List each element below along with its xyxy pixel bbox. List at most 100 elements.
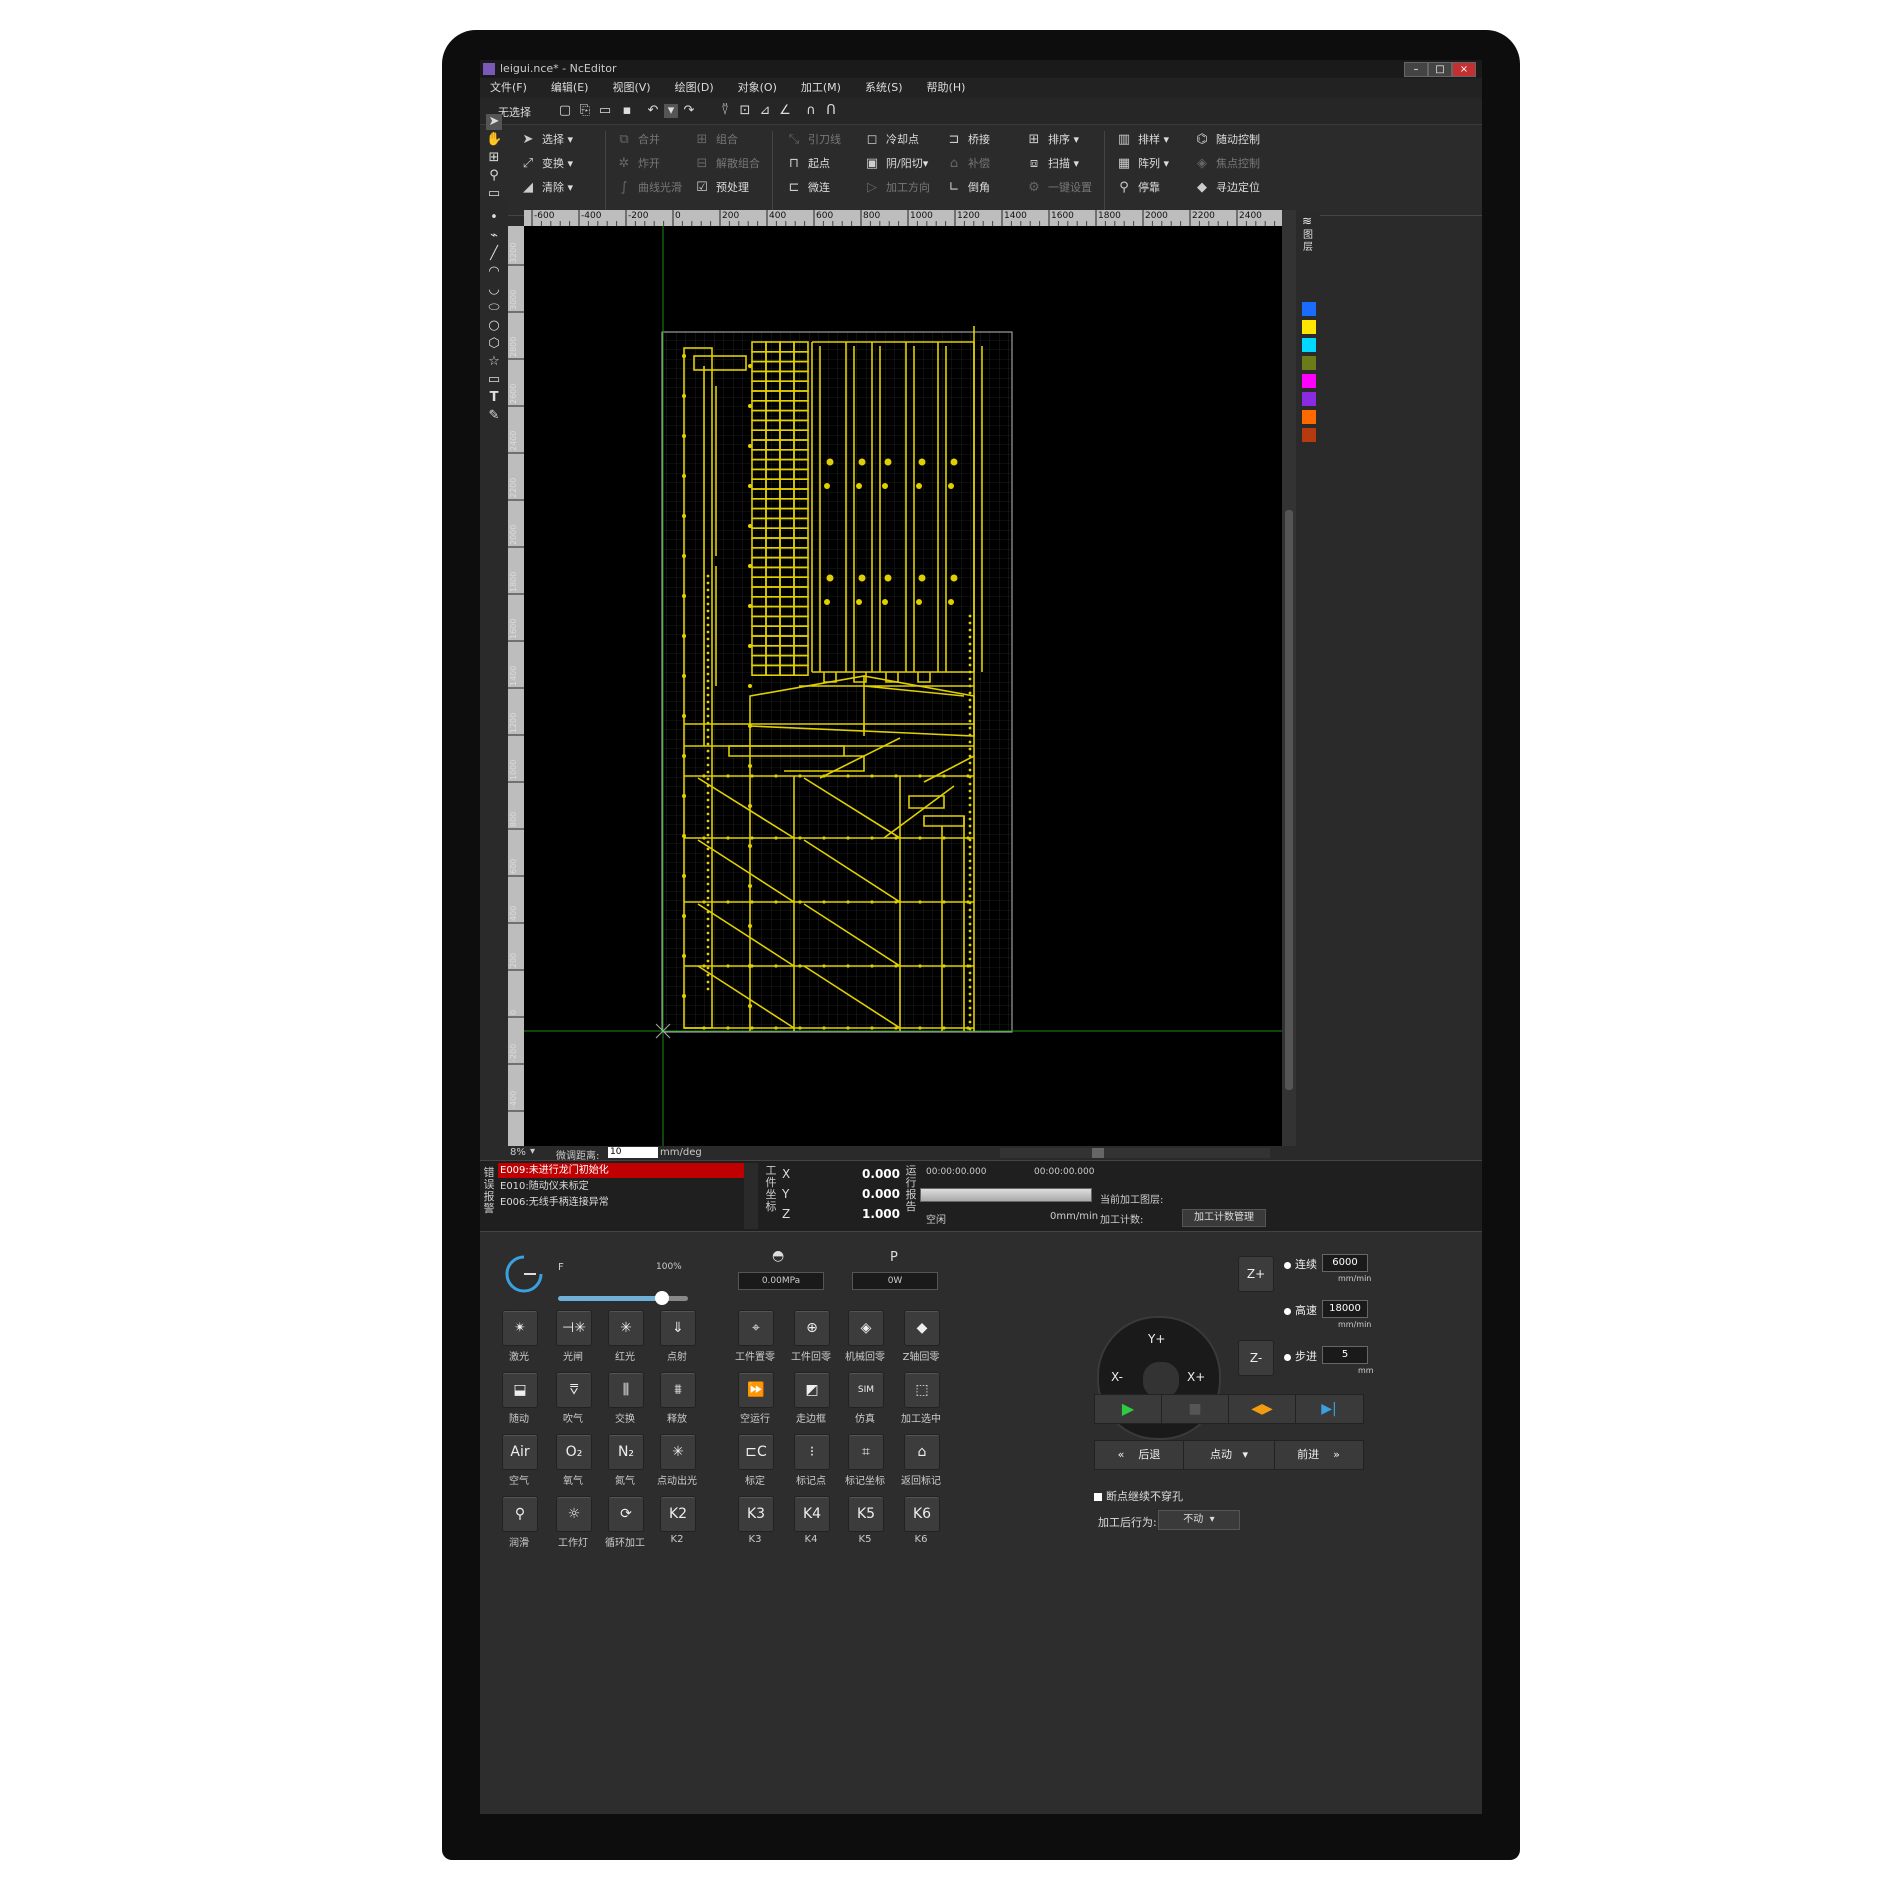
transform-tool[interactable]: ⤢ 变换 ▾ [520,153,573,175]
ruler-icon[interactable]: ▭ [486,186,502,202]
follow-control-tool[interactable]: ⌬ 随动控制 [1194,129,1260,151]
arc3-icon[interactable]: ◡ [486,282,502,298]
horizontal-scroll-thumb[interactable] [1092,1148,1104,1158]
drawing-canvas[interactable] [524,226,1282,1146]
star-icon[interactable]: ☆ [486,354,502,370]
jog-mode-step[interactable]: 步进 [1284,1348,1317,1364]
import-icon[interactable]: ⎘ [578,104,592,118]
line-icon[interactable]: ╱ [486,246,502,262]
release-button[interactable]: ⩩ [660,1372,696,1408]
layer-swatch[interactable] [1302,356,1316,370]
feed-slider-knob[interactable] [655,1291,669,1305]
alarm-scrollbar[interactable] [744,1163,758,1229]
key-2-7-button[interactable]: ⌂ [904,1434,940,1470]
dry-run-button[interactable]: ⏩ [738,1372,774,1408]
angle-icon[interactable]: ∠ [778,104,792,118]
key-2-4-button[interactable]: ⊏C [738,1434,774,1470]
fit-view-icon[interactable]: ⊡ [738,104,752,118]
chamfer-tool[interactable]: ∟ 倒角 [946,177,990,199]
key-2-5-button[interactable]: ⁝ [794,1434,830,1470]
leadin-icon[interactable]: ∩ [804,104,818,118]
layer-swatch[interactable] [1302,428,1316,442]
after-process-select[interactable]: 不动 ▾ [1158,1510,1240,1530]
smooth-tool[interactable]: ∫ 曲线光滑 [616,177,682,199]
scroll-thumb[interactable] [1285,510,1293,1090]
pan-hand-icon[interactable]: ✋ [486,132,502,148]
step-size-input[interactable]: 5 [1322,1346,1368,1364]
direction-tool[interactable]: ▷ 加工方向 [864,177,930,199]
continuous-speed-input[interactable]: 6000 [1322,1254,1368,1272]
jog-z-plus-button[interactable]: Z+ [1238,1256,1274,1292]
layer-swatch[interactable] [1302,392,1316,406]
count-manager-button[interactable]: 加工计数管理 [1182,1209,1266,1227]
menu-edit[interactable]: 编辑(E) [541,78,589,98]
compensate-tool[interactable]: ⌂ 补偿 [946,153,990,175]
key-3-3-button[interactable]: K2 [660,1496,696,1532]
shutter-button[interactable]: ⊣✳ [556,1310,592,1346]
fast-speed-input[interactable]: 18000 [1322,1300,1368,1318]
jog-x-minus-button[interactable]: X- [1111,1370,1123,1384]
undo-list-icon[interactable]: ▾ [664,104,678,118]
point-icon[interactable]: • [486,210,502,226]
z-home-button[interactable]: ◆ [904,1310,940,1346]
jog-z-minus-button[interactable]: Z- [1238,1340,1274,1376]
red-light-button[interactable]: ✳ [608,1310,644,1346]
leadline-tool[interactable]: ⤡ 引刀线 [786,129,841,151]
key-2-3-button[interactable]: ✳ [660,1434,696,1470]
minimize-button[interactable]: – [1404,62,1428,77]
group-tool[interactable]: ⊞ 组合 [694,129,738,151]
onekey-tool[interactable]: ⚙ 一键设置 [1026,177,1092,199]
text-tool-icon[interactable]: T [486,390,502,406]
layer-swatch[interactable] [1302,320,1316,334]
rectangle-icon[interactable]: ▭ [486,372,502,388]
layer-swatch[interactable] [1302,410,1316,424]
select-tool[interactable]: ➤ 选择 ▾ [520,129,573,151]
blow-button[interactable]: ⩢ [556,1372,592,1408]
save-icon[interactable]: ▪ [620,104,634,118]
process-selected-button[interactable]: ⬚ [904,1372,940,1408]
polygon-icon[interactable]: ⬡ [486,336,502,352]
focus-control-tool[interactable]: ◈ 焦点控制 [1194,153,1260,175]
startpoint-tool[interactable]: ⊓ 起点 [786,153,830,175]
menu-help[interactable]: 帮助(H) [917,78,966,98]
maximize-button[interactable]: □ [1428,62,1452,77]
alarm-item[interactable]: E010:随动仪未标定 [498,1179,746,1194]
sort-tool[interactable]: ⊞ 排序 ▾ [1026,129,1079,151]
zoom-window-icon[interactable]: ⊞ [486,150,502,166]
forward-button[interactable]: 前进 » [1275,1441,1362,1469]
menu-file[interactable]: 文件(F) [480,78,527,98]
key-3-5-button[interactable]: K4 [794,1496,830,1532]
merge-tool[interactable]: ⧉ 合并 [616,129,660,151]
menu-system[interactable]: 系统(S) [855,78,903,98]
work-zero-button[interactable]: ⌖ [738,1310,774,1346]
new-file-icon[interactable]: ▢ [558,104,572,118]
bridge-tool[interactable]: ⊐ 桥接 [946,129,990,151]
jog-mode-fast[interactable]: 高速 [1284,1302,1317,1318]
menu-view[interactable]: 视图(V) [602,78,650,98]
frame-button[interactable]: ◩ [794,1372,830,1408]
vertical-scrollbar[interactable] [1282,210,1296,1146]
select-similar-icon[interactable]: ⍢ [718,104,732,118]
horizontal-scrollbar[interactable] [1000,1148,1270,1158]
jog-x-plus-button[interactable]: X+ [1187,1370,1205,1384]
measure-icon[interactable]: ⊿ [758,104,772,118]
layer-swatch[interactable] [1302,338,1316,352]
ungroup-tool[interactable]: ⊟ 解散组合 [694,153,760,175]
arc-icon[interactable]: ◠ [486,264,502,280]
undo-icon[interactable]: ↶ [646,104,660,118]
machine-home-button[interactable]: ◈ [848,1310,884,1346]
key-2-2-button[interactable]: N₂ [608,1434,644,1470]
pause-button[interactable]: ◀▶ [1229,1395,1296,1423]
edgefind-tool[interactable]: ◆ 寻边定位 [1194,177,1260,199]
alarm-item[interactable]: E009:未进行龙门初始化 [498,1163,746,1178]
key-2-0-button[interactable]: Air [502,1434,538,1470]
exchange-button[interactable]: ⫼ [608,1372,644,1408]
zoom-icon[interactable]: ⚲ [486,168,502,184]
coolpoint-tool[interactable]: ◻ 冷却点 [864,129,919,151]
leadout-icon[interactable]: Ո [824,104,838,118]
circle-icon[interactable]: ○ [486,318,502,334]
key-3-7-button[interactable]: K6 [904,1496,940,1532]
polyline-icon[interactable]: ⌁ [486,228,502,244]
redo-icon[interactable]: ↷ [682,104,696,118]
point-shot-button[interactable]: ⇓ [660,1310,696,1346]
